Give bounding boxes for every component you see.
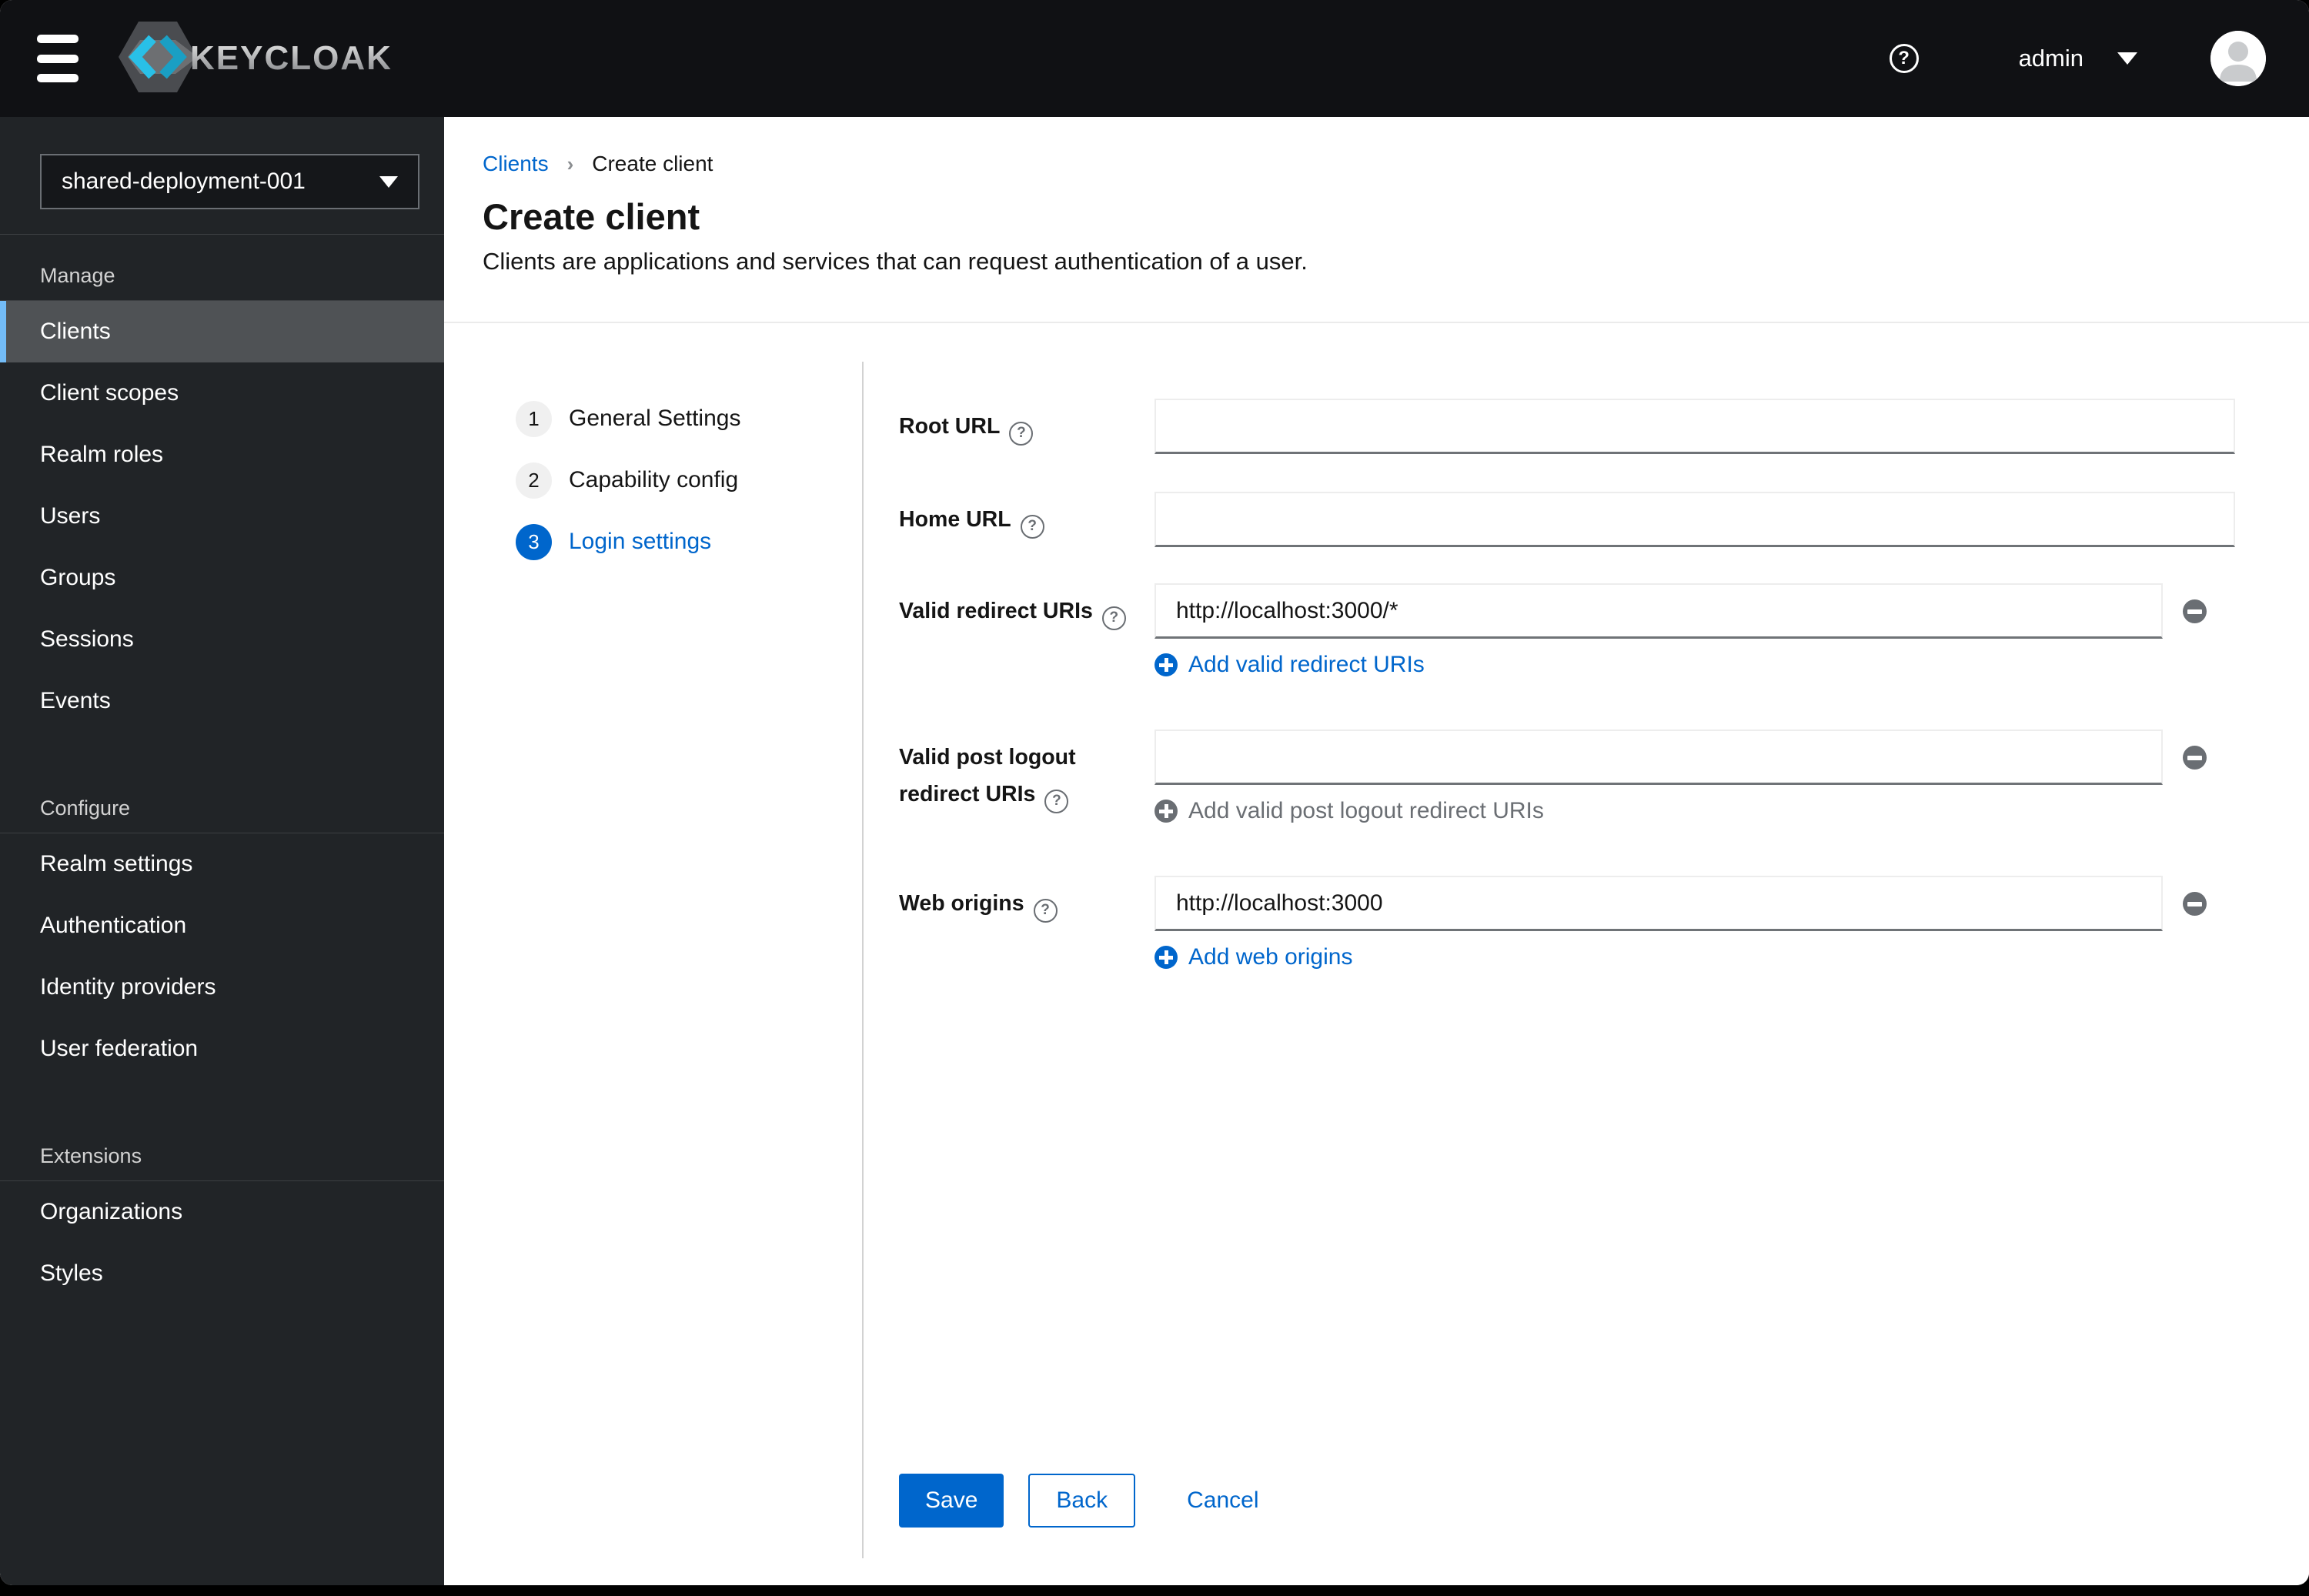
logo-text: KEYCLOAK — [190, 39, 393, 77]
avatar[interactable] — [2210, 31, 2266, 86]
valid-redirect-uris-row: Valid redirect URIs? Add valid redirect … — [899, 583, 2235, 680]
step-label: Login settings — [569, 529, 712, 554]
breadcrumb-clients-link[interactable]: Clients — [483, 151, 549, 177]
help-icon[interactable]: ? — [1889, 44, 1919, 73]
root-url-row: Root URL? — [899, 399, 2235, 454]
keycloak-logo: KEYCLOAK — [117, 18, 393, 99]
save-button[interactable]: Save — [899, 1474, 1004, 1528]
remove-web-origin-button[interactable] — [2183, 891, 2207, 916]
sidebar-item-users[interactable]: Users — [0, 486, 444, 547]
wizard-step-general-settings[interactable]: 1 General Settings — [516, 388, 740, 449]
form-footer: Save Back Cancel — [899, 1474, 2235, 1528]
remove-post-logout-uri-button[interactable] — [2183, 745, 2207, 770]
sidebar-item-authentication[interactable]: Authentication — [0, 895, 444, 957]
wizard-step-login-settings[interactable]: 3 Login settings — [516, 511, 740, 573]
cancel-button[interactable]: Cancel — [1187, 1487, 1258, 1514]
sidebar-item-identity-providers[interactable]: Identity providers — [0, 957, 444, 1018]
realm-selector-area: shared-deployment-001 — [0, 117, 444, 235]
help-icon[interactable]: ? — [1044, 789, 1069, 813]
nav-section-extensions: Extensions — [0, 1130, 444, 1181]
home-url-label: Home URL? — [899, 492, 1154, 547]
sidebar-item-events[interactable]: Events — [0, 670, 444, 732]
sidebar-item-client-scopes[interactable]: Client scopes — [0, 362, 444, 424]
valid-post-logout-row: Valid post logout redirect URIs? Add val… — [899, 730, 2235, 826]
add-post-logout-uris-link[interactable]: Add valid post logout redirect URIs — [1154, 796, 2235, 826]
step-number: 2 — [516, 462, 552, 499]
sidebar-item-groups[interactable]: Groups — [0, 547, 444, 609]
nav-section-configure: Configure — [0, 783, 444, 833]
plus-circle-icon — [1154, 653, 1178, 676]
page-title: Create client — [483, 196, 700, 237]
web-origins-row: Web origins? Add web origins — [899, 876, 2235, 973]
breadcrumb: Clients › Create client — [483, 151, 2309, 177]
page-subtitle: Clients are applications and services th… — [483, 248, 1308, 275]
post-logout-redirect-uri-input[interactable] — [1154, 730, 2163, 785]
help-icon[interactable]: ? — [1020, 514, 1044, 539]
breadcrumb-chevron-icon: › — [566, 152, 574, 175]
root-url-label: Root URL? — [899, 399, 1154, 454]
step-label: Capability config — [569, 467, 739, 492]
step-number: 3 — [516, 523, 552, 560]
step-label: General Settings — [569, 406, 741, 431]
step-number: 1 — [516, 400, 552, 437]
sidebar-item-styles[interactable]: Styles — [0, 1243, 444, 1304]
root-url-input[interactable] — [1154, 399, 2235, 454]
wizard-form-divider — [862, 362, 864, 1558]
wizard-step-capability-config[interactable]: 2 Capability config — [516, 449, 740, 511]
app-header: KEYCLOAK ? admin — [0, 0, 2309, 117]
help-icon[interactable]: ? — [1033, 898, 1058, 923]
back-button[interactable]: Back — [1028, 1474, 1136, 1528]
web-origins-label: Web origins? — [899, 876, 1154, 973]
hamburger-menu-icon[interactable] — [37, 35, 79, 82]
minus-icon — [2187, 609, 2202, 614]
chevron-down-icon — [2117, 52, 2137, 65]
page-header: Clients › Create client Create client Cl… — [444, 117, 2309, 323]
add-valid-redirect-uris-link[interactable]: Add valid redirect URIs — [1154, 649, 2235, 680]
login-settings-form: Root URL? Home URL? Valid redirect URIs … — [899, 323, 2235, 1528]
add-web-origins-link[interactable]: Add web origins — [1154, 942, 2235, 973]
breadcrumb-current: Create client — [592, 152, 713, 175]
wizard-steps-nav: 1 General Settings 2 Capability config 3… — [516, 388, 740, 573]
realm-selector[interactable]: shared-deployment-001 — [40, 154, 419, 209]
sidebar-item-user-federation[interactable]: User federation — [0, 1018, 444, 1080]
sidebar-item-clients[interactable]: Clients — [0, 301, 444, 362]
help-icon[interactable]: ? — [1009, 421, 1034, 446]
valid-redirect-uris-label: Valid redirect URIs? — [899, 583, 1154, 680]
valid-post-logout-label: Valid post logout redirect URIs? — [899, 730, 1154, 826]
username: admin — [2018, 45, 2083, 72]
nav-section-manage: Manage — [0, 250, 444, 301]
sidebar-item-realm-settings[interactable]: Realm settings — [0, 833, 444, 895]
keycloak-admin-window: KEYCLOAK ? admin shared-deployment-001 M… — [0, 0, 2309, 1585]
header-actions: ? admin — [1889, 31, 2309, 86]
sidebar-item-realm-roles[interactable]: Realm roles — [0, 424, 444, 486]
valid-redirect-uri-input[interactable] — [1154, 583, 2163, 639]
keycloak-hexagon-icon — [117, 18, 198, 99]
chevron-down-icon — [379, 175, 398, 188]
wizard-content: 1 General Settings 2 Capability config 3… — [444, 323, 2309, 1584]
home-url-input[interactable] — [1154, 492, 2235, 547]
realm-name: shared-deployment-001 — [62, 169, 306, 194]
sidebar-item-organizations[interactable]: Organizations — [0, 1181, 444, 1243]
user-menu[interactable]: admin — [2019, 45, 2137, 72]
main-content: Clients › Create client Create client Cl… — [444, 117, 2309, 1585]
web-origin-input[interactable] — [1154, 876, 2163, 931]
sidebar-item-sessions[interactable]: Sessions — [0, 609, 444, 670]
plus-circle-icon — [1154, 946, 1178, 969]
plus-circle-icon — [1154, 800, 1178, 823]
help-icon[interactable]: ? — [1101, 606, 1126, 630]
minus-icon — [2187, 901, 2202, 907]
home-url-row: Home URL? — [899, 492, 2235, 547]
minus-icon — [2187, 755, 2202, 760]
sidebar: shared-deployment-001 Manage Clients Cli… — [0, 117, 444, 1585]
remove-redirect-uri-button[interactable] — [2183, 599, 2207, 623]
